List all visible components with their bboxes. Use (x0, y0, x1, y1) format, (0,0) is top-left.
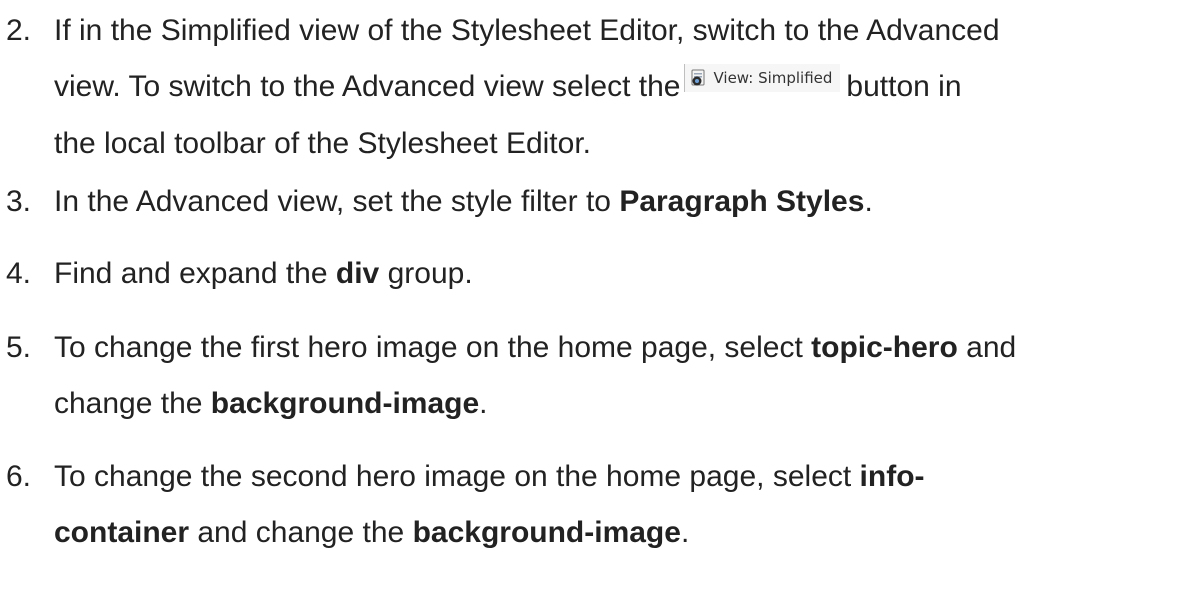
step-number: 4. (6, 257, 32, 290)
step-text-line: Find and expand the div group. (54, 257, 473, 290)
step-text-line: change the background-image. (54, 387, 488, 420)
emphasis: container (54, 516, 190, 549)
step-text-line: If in the Simplified view of the Stylesh… (54, 14, 1000, 47)
step-text-line: To change the first hero image on the ho… (54, 331, 1017, 364)
step-text-line: In the Advanced view, set the style filt… (54, 185, 873, 218)
view-simplified-label: View: Simplified (713, 69, 833, 87)
step-number: 2. (6, 14, 32, 47)
view-simplified-button[interactable]: View: Simplified (684, 64, 841, 92)
view-eye-icon (691, 69, 705, 85)
step-number: 3. (6, 185, 32, 218)
step-number: 5. (6, 331, 32, 364)
instruction-list: 2. If in the Simplified view of the Styl… (0, 0, 1190, 593)
step-text-line: To change the second hero image on the h… (54, 460, 925, 493)
emphasis: background-image (412, 516, 681, 549)
emphasis: background-image (210, 387, 480, 420)
emphasis: topic-hero (811, 331, 958, 364)
emphasis: info- (859, 460, 925, 493)
emphasis: div (335, 257, 380, 290)
step-text-line: view. To switch to the Advanced view sel… (54, 64, 962, 102)
step-text-line: the local toolbar of the Stylesheet Edit… (54, 127, 591, 160)
step-number: 6. (6, 460, 32, 493)
step-text-line: container and change the background-imag… (54, 516, 690, 549)
emphasis: Paragraph Styles (619, 185, 865, 218)
